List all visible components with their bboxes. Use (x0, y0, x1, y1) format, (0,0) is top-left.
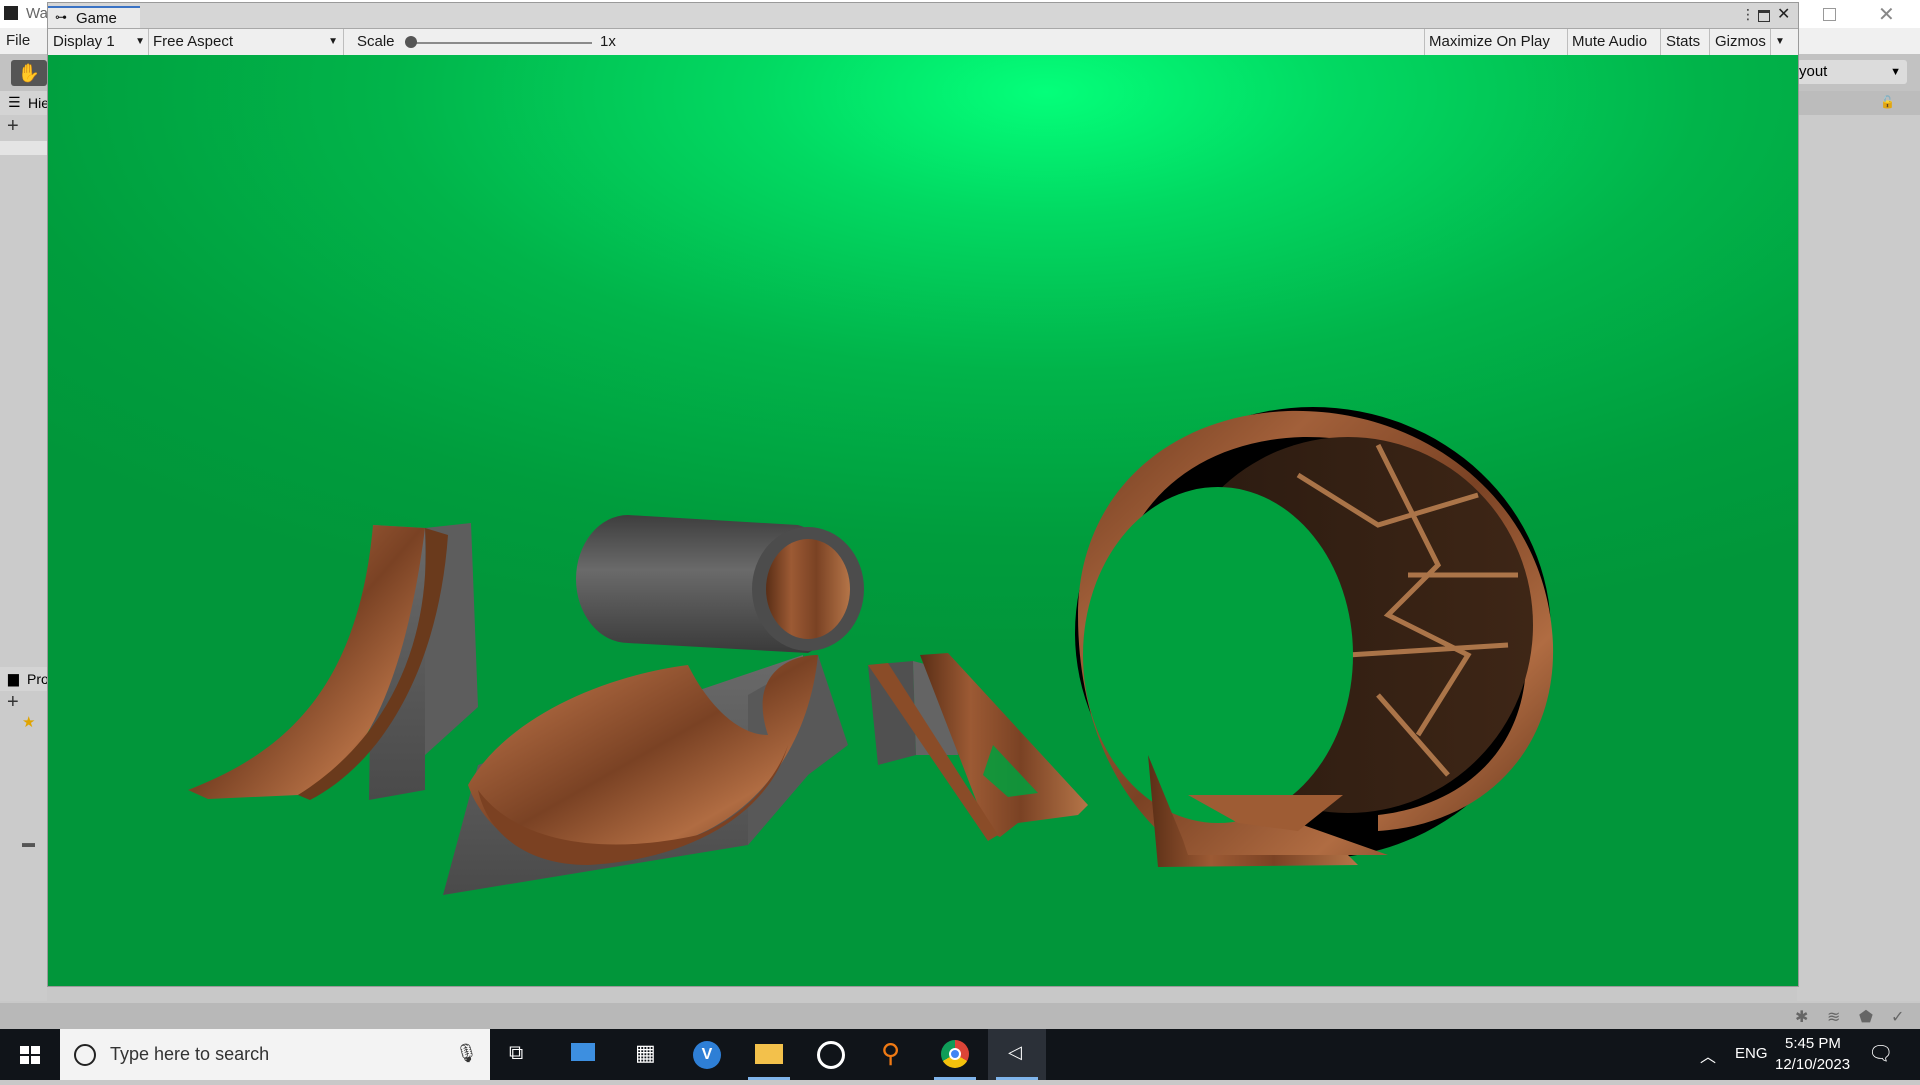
scale-label: Scale (357, 33, 395, 50)
project-label: Pro (27, 671, 49, 687)
taskbar: Type here to search 🎙 ⧉ ▦ V ⚲ ◁ ︿ ENG 5:… (0, 1029, 1920, 1080)
language-indicator[interactable]: ENG (1735, 1045, 1768, 1062)
clock-date[interactable]: 12/10/2023 (1775, 1056, 1850, 1073)
game-tab-label: Game (76, 10, 117, 27)
menu-file[interactable]: File (6, 32, 30, 49)
loop (1075, 407, 1554, 867)
layers-icon[interactable]: ≋ (1827, 1007, 1840, 1027)
bug-icon[interactable]: ✱ (1795, 1007, 1808, 1027)
add-icon[interactable]: + (7, 115, 19, 138)
clock-time[interactable]: 5:45 PM (1785, 1035, 1841, 1052)
inspector-panel: 🔓 (1797, 91, 1920, 1001)
gizmos-toggle[interactable]: Gizmos (1715, 29, 1766, 55)
chevron-down-icon: ▼ (135, 36, 145, 47)
folder-icon (755, 1044, 783, 1064)
stats-toggle[interactable]: Stats (1666, 29, 1700, 55)
half-pipe (443, 655, 848, 895)
editor-title: Wa (26, 5, 48, 22)
scale-slider-handle[interactable] (405, 36, 417, 48)
task-view-button[interactable]: ⧉ (490, 1029, 548, 1080)
game-window: ⊶ Game ⋮ ✕ Display 1 ▼ Free Aspect ▼ Sca… (47, 2, 1799, 987)
taskbar-search-box[interactable]: Type here to search 🎙 (60, 1029, 490, 1080)
check-circle-icon[interactable]: ✓ (1891, 1007, 1904, 1027)
quarter-pipe (188, 523, 478, 800)
favorites-star-icon: ★ (22, 714, 36, 731)
maximize-icon[interactable] (1758, 10, 1770, 22)
search-app-button[interactable]: ⚲ (864, 1029, 922, 1080)
windows-logo-icon (20, 1046, 40, 1064)
aspect-dropdown[interactable]: Free Aspect ▼ (153, 29, 338, 55)
notification-icon[interactable]: 🗨 (1868, 1041, 1893, 1066)
list-icon: ☰ (8, 94, 21, 110)
disc-icon (817, 1041, 845, 1069)
maximize-on-play-toggle[interactable]: Maximize On Play (1429, 29, 1550, 55)
unity-logo-icon (4, 6, 18, 20)
lock-icon[interactable]: 🔓 (1880, 95, 1895, 109)
network-app-button[interactable] (554, 1029, 612, 1080)
project-tab[interactable]: ▆ Pro (0, 667, 49, 691)
search-placeholder: Type here to search (110, 1044, 270, 1064)
hand-tool-button[interactable]: ✋ (11, 60, 47, 86)
task-view-icon: ⧉ (509, 1042, 524, 1064)
start-button[interactable] (0, 1029, 60, 1080)
unity-button[interactable]: ◁ (988, 1029, 1046, 1080)
game-toolbar: Display 1 ▼ Free Aspect ▼ Scale 1x Maxim… (48, 29, 1798, 56)
restore-icon[interactable] (1823, 8, 1836, 21)
chrome-button[interactable] (926, 1029, 984, 1080)
assets-folder-icon: ▬ (22, 835, 35, 850)
gizmos-dropdown[interactable]: ▼ (1775, 29, 1793, 55)
hierarchy-panel: ☰ Hie + ▆ Pro + ★ ▬ (0, 91, 50, 1001)
chevron-down-icon: ▼ (328, 36, 338, 47)
scene-render (188, 407, 1554, 895)
media-player-button[interactable] (802, 1029, 860, 1080)
vpn-app-button[interactable]: V (678, 1029, 736, 1080)
chrome-icon (941, 1040, 969, 1068)
microphone-icon[interactable]: 🎙 (455, 1043, 478, 1064)
file-explorer-button[interactable] (740, 1029, 798, 1080)
game-tabbar: ⊶ Game ⋮ ✕ (48, 3, 1798, 29)
layout-dropdown[interactable]: yout ▼ (1797, 60, 1907, 84)
magnifier-icon: ⚲ (881, 1038, 901, 1068)
chevron-down-icon: ▼ (1890, 66, 1901, 78)
folder-icon: ▆ (8, 670, 19, 686)
game-tab[interactable]: ⊶ Game (48, 6, 140, 28)
tube (576, 515, 864, 653)
hierarchy-label: Hie (28, 95, 50, 111)
add-icon[interactable]: + (7, 691, 19, 714)
calculator-icon: ▦ (635, 1040, 656, 1065)
more-options-icon[interactable]: ⋮ (1741, 6, 1755, 23)
chevron-down-icon: ▼ (1775, 36, 1785, 47)
cortana-circle-icon (74, 1044, 96, 1066)
scale-value: 1x (600, 33, 616, 50)
display-label: Display 1 (53, 33, 115, 50)
game-viewport[interactable] (48, 55, 1798, 986)
scale-slider-track[interactable] (410, 42, 592, 44)
spine-ramp (868, 653, 1088, 841)
gamepad-icon: ⊶ (55, 10, 67, 24)
close-window-icon[interactable]: ✕ (1878, 2, 1895, 27)
hand-icon: ✋ (17, 63, 41, 83)
unity-icon: ◁ (1008, 1042, 1022, 1062)
v-logo-icon: V (693, 1041, 721, 1069)
layout-label: yout (1799, 63, 1828, 80)
calculator-button[interactable]: ▦ (616, 1029, 674, 1080)
editor-statusbar: ✱ ≋ ⬟ ✓ (0, 1003, 1920, 1029)
hierarchy-list (0, 141, 47, 155)
close-icon[interactable]: ✕ (1777, 4, 1790, 24)
inspector-header (1797, 91, 1920, 115)
display-dropdown[interactable]: Display 1 ▼ (53, 29, 145, 55)
hierarchy-tab[interactable]: ☰ Hie (0, 91, 50, 115)
mute-audio-toggle[interactable]: Mute Audio (1572, 29, 1647, 55)
show-hidden-icons-chevron-icon[interactable]: ︿ (1700, 1043, 1716, 1067)
aspect-label: Free Aspect (153, 33, 234, 50)
computer-icon (571, 1043, 595, 1061)
shield-icon[interactable]: ⬟ (1859, 1007, 1873, 1027)
